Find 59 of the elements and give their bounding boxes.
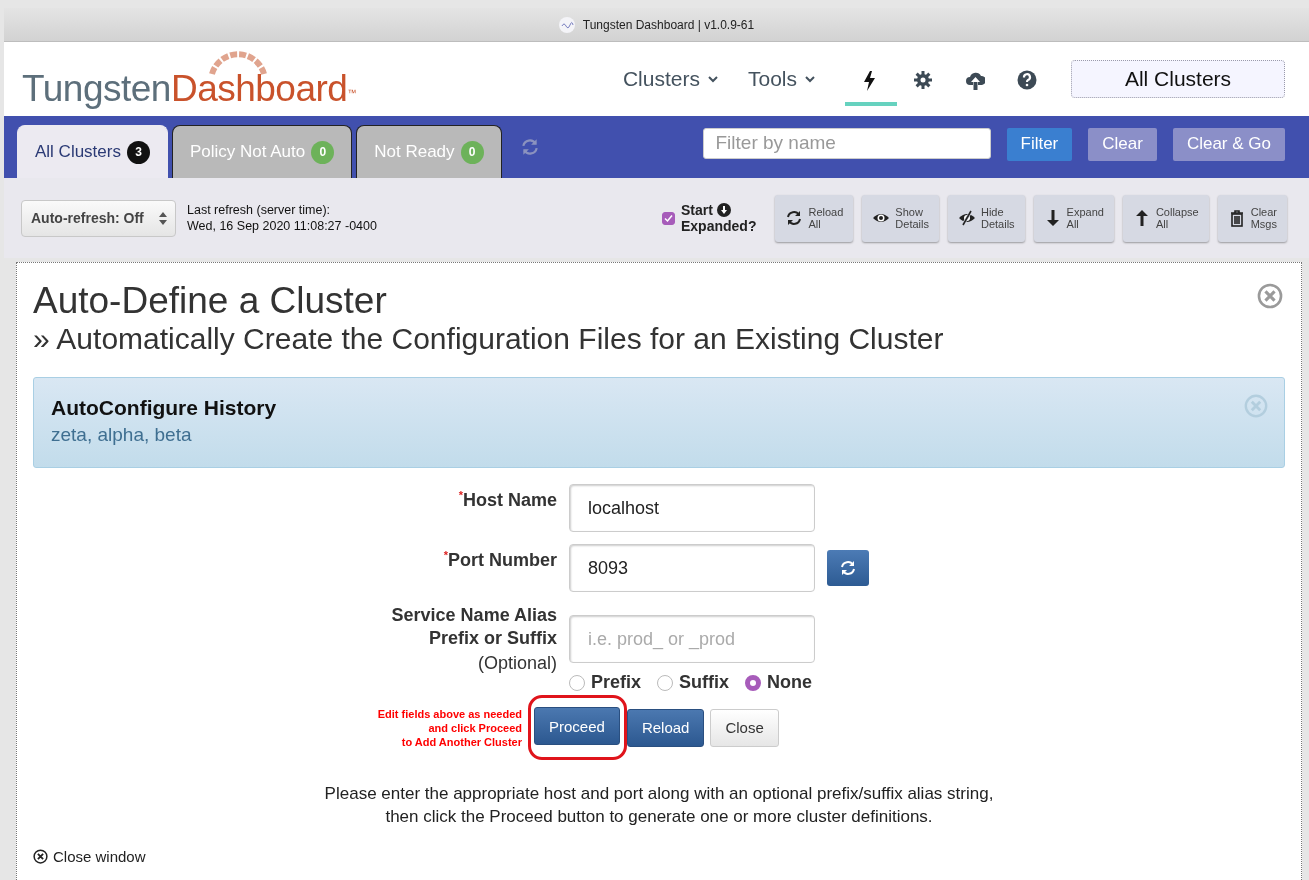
cluster-selector[interactable]: All Clusters xyxy=(1071,60,1285,98)
checkbox-label: Start xyxy=(681,202,713,218)
filter-field[interactable]: Filter by name xyxy=(702,127,991,159)
history-names: zeta, alpha, beta xyxy=(51,424,193,446)
auto-refresh-select[interactable]: Auto-refresh: Off xyxy=(21,199,176,237)
radio-button[interactable] xyxy=(657,674,674,691)
count-badge: 0 xyxy=(460,140,484,164)
close-window-link[interactable]: Close window xyxy=(33,848,146,865)
eye-slash-icon xyxy=(957,209,976,227)
show-button[interactable]: Show Details xyxy=(862,194,939,242)
count-badge: 0 xyxy=(311,140,335,164)
field-note: (Optional) xyxy=(477,653,557,674)
refresh-icon xyxy=(785,209,804,227)
chevron-icon xyxy=(805,75,815,83)
field-label: $^{*}$Port Number xyxy=(443,548,557,572)
instructions-text: Please enter the appropriate host and port along with an optional prefix/suffix alias string, then click the Proceed button to generate one or more cluster definitions. xyxy=(323,783,995,828)
collapse-button[interactable]: Collapse All xyxy=(1122,194,1209,242)
field-label: $^{*}$Host Name xyxy=(458,488,557,512)
count-badge: 3 xyxy=(126,140,150,164)
dialog-button[interactable]: Proceed xyxy=(534,707,620,745)
window-title: Tungsten Dashboard | v1.0.9-61 xyxy=(582,17,755,32)
hint-text: Edit fields above as needed and click Proceed to Add Another Cluster xyxy=(376,706,522,749)
refresh-time: Wed, 16 Sep 2020 11:08:27 -0400 xyxy=(187,218,377,234)
radio-option[interactable]: Suffix xyxy=(657,672,730,693)
sort-arrows-icon xyxy=(159,211,167,225)
dialog-title: Auto-Define a Cluster xyxy=(33,281,387,321)
history-title: AutoConfigure History xyxy=(51,396,277,420)
refresh-label: Last refresh (server time): xyxy=(187,202,332,218)
close-icon[interactable] xyxy=(33,849,48,864)
arrow-down-circle-icon xyxy=(716,203,731,217)
chevron-icon xyxy=(707,75,718,83)
radio-option[interactable]: Prefix xyxy=(569,672,642,693)
expand-button[interactable]: Expand All xyxy=(1033,194,1114,242)
radio-button[interactable] xyxy=(569,674,585,691)
checkbox-label: Expanded? xyxy=(681,218,757,234)
nav-menu[interactable]: Clusters xyxy=(622,67,718,91)
clear-button[interactable]: Clear Msgs xyxy=(1217,194,1287,242)
input-field[interactable]: i.e. prod_ or _prod xyxy=(569,615,815,663)
input-field[interactable]: localhost xyxy=(569,484,815,532)
dialog-button[interactable]: Close xyxy=(710,708,779,747)
reload-button[interactable]: Reload All xyxy=(775,194,854,242)
filter-button[interactable]: Filter xyxy=(1006,127,1073,161)
gauge-arc-icon xyxy=(208,50,268,76)
refresh-button[interactable] xyxy=(827,550,869,586)
refresh-icon xyxy=(839,559,857,577)
tab[interactable]: All Clusters 3 xyxy=(17,125,168,178)
field-label: Service Name Alias Prefix or Suffix xyxy=(391,604,557,650)
radio-button[interactable] xyxy=(745,674,762,691)
logo-text: Dashboard xyxy=(170,72,348,106)
app-icon xyxy=(558,16,575,33)
nav-menu[interactable]: Tools xyxy=(747,67,815,91)
dialog-button[interactable]: Reload xyxy=(626,708,705,747)
refresh-icon xyxy=(519,137,540,157)
trademark-mark: ™ xyxy=(347,87,357,100)
dialog-subtitle: » Automatically Create the Configuration Files for an Existing Cluster xyxy=(33,321,945,357)
checkbox[interactable] xyxy=(662,211,675,225)
input-field[interactable]: 8093 xyxy=(569,544,815,592)
radio-option[interactable]: None xyxy=(745,672,813,693)
hide-button[interactable]: Hide Details xyxy=(947,194,1025,242)
